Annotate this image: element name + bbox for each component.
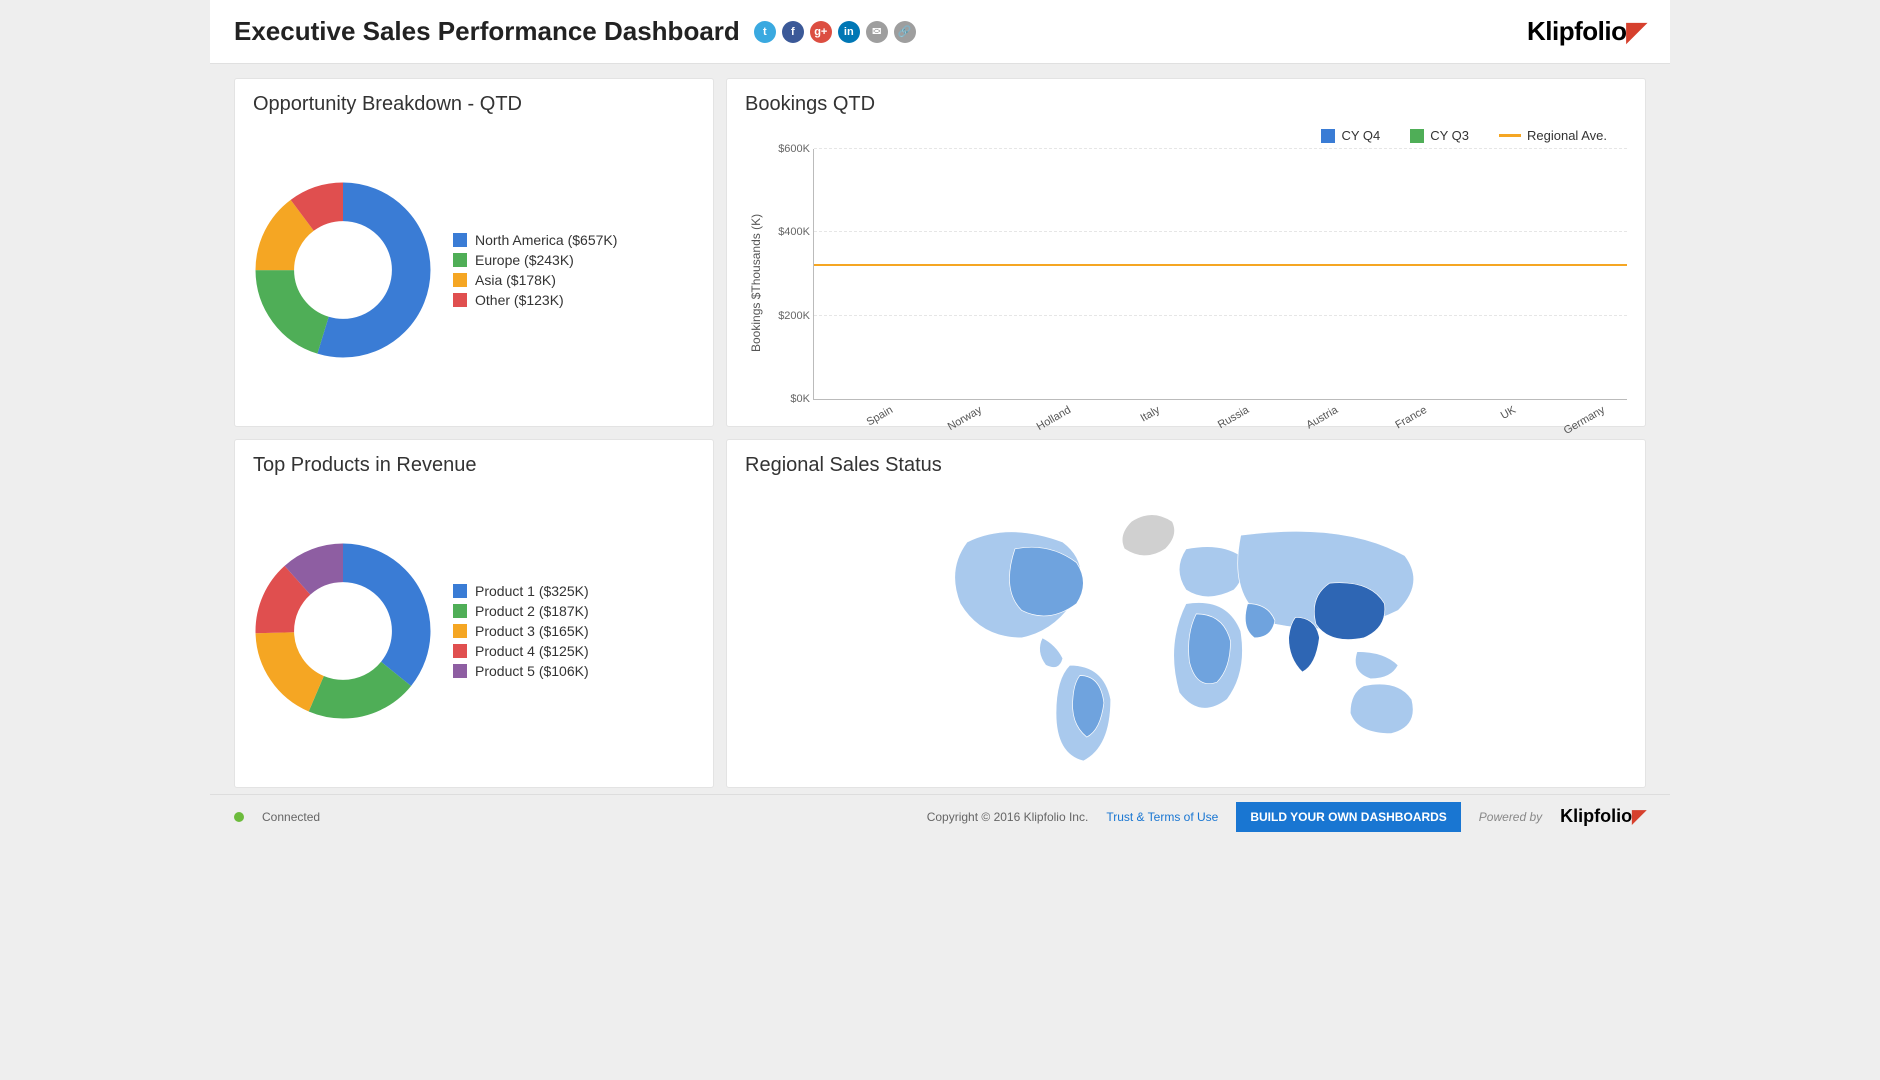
legend-label: CY Q3: [1430, 128, 1469, 143]
dashboard-grid: Opportunity Breakdown - QTD North Americ…: [210, 64, 1670, 794]
legend-item[interactable]: Asia ($178K): [453, 272, 617, 288]
legend-item[interactable]: Product 2 ($187K): [453, 603, 589, 619]
top-products-legend: Product 1 ($325K) Product 2 ($187K) Produc…: [453, 583, 589, 679]
legend-item[interactable]: Product 3 ($165K): [453, 623, 589, 639]
y-tick-label: $200K: [764, 310, 810, 322]
x-tick-label: Spain: [845, 404, 894, 439]
email-icon[interactable]: ✉: [866, 21, 888, 43]
legend-item[interactable]: Regional Ave.: [1499, 128, 1607, 143]
top-header: Executive Sales Performance Dashboard tf…: [210, 0, 1670, 64]
legend-item[interactable]: Product 5 ($106K): [453, 663, 589, 679]
card-title: Opportunity Breakdown - QTD: [253, 93, 695, 116]
legend-swatch-icon: [453, 584, 467, 598]
legend-item[interactable]: CY Q4: [1321, 128, 1380, 143]
footer-brand-logo: Klipfolio◤: [1560, 806, 1646, 827]
build-dashboards-button[interactable]: BUILD YOUR OWN DASHBOARDS: [1236, 802, 1460, 832]
bookings-bar-chart[interactable]: CY Q4 CY Q3 Regional Ave. Bookings $Thousa…: [745, 124, 1627, 416]
legend-label: Other ($123K): [475, 292, 564, 308]
legend-swatch-icon: [453, 644, 467, 658]
opportunity-legend: North America ($657K) Europe ($243K) Asia …: [453, 232, 617, 308]
legend-label: Product 3 ($165K): [475, 623, 589, 639]
card-top-products: Top Products in Revenue Product 1 ($325K…: [234, 439, 714, 788]
x-tick-label: Austria: [1291, 404, 1340, 439]
card-bookings-qtd: Bookings QTD CY Q4 CY Q3 Regional Ave. Boo…: [726, 78, 1646, 427]
y-tick-label: $600K: [764, 143, 810, 155]
legend-swatch-icon: [453, 293, 467, 307]
world-map-chart[interactable]: [745, 485, 1627, 777]
x-tick-label: Italy: [1113, 404, 1162, 439]
card-regional-sales: Regional Sales Status: [726, 439, 1646, 788]
legend-swatch-icon: [1321, 129, 1335, 143]
x-tick-label: Holland: [1023, 404, 1072, 439]
footer-bar: Connected Copyright © 2016 Klipfolio Inc…: [210, 794, 1670, 838]
legend-swatch-icon: [453, 604, 467, 618]
card-title: Bookings QTD: [745, 93, 1627, 116]
y-tick-label: $400K: [764, 226, 810, 238]
legend-swatch-icon: [453, 253, 467, 267]
legend-label: Regional Ave.: [1527, 128, 1607, 143]
trust-terms-link[interactable]: Trust & Terms of Use: [1106, 810, 1218, 824]
legend-item[interactable]: Product 1 ($325K): [453, 583, 589, 599]
card-title: Regional Sales Status: [745, 454, 1627, 477]
copyright-text: Copyright © 2016 Klipfolio Inc.: [927, 810, 1089, 824]
legend-item[interactable]: Other ($123K): [453, 292, 617, 308]
legend-label: Europe ($243K): [475, 252, 574, 268]
brand-logo: Klipfolio◤: [1527, 16, 1646, 47]
legend-label: Product 2 ($187K): [475, 603, 589, 619]
legend-swatch-icon: [453, 664, 467, 678]
page-title: Executive Sales Performance Dashboard: [234, 16, 740, 47]
legend-swatch-icon: [453, 273, 467, 287]
x-tick-label: Germany: [1558, 404, 1607, 439]
share-icons: tf g+ in ✉ 🔗: [754, 21, 916, 43]
legend-swatch-icon: [453, 233, 467, 247]
x-tick-label: Russia: [1202, 404, 1251, 439]
legend-item[interactable]: North America ($657K): [453, 232, 617, 248]
card-opportunity-breakdown: Opportunity Breakdown - QTD North Americ…: [234, 78, 714, 427]
legend-label: North America ($657K): [475, 232, 617, 248]
legend-item[interactable]: CY Q3: [1410, 128, 1469, 143]
legend-item[interactable]: Europe ($243K): [453, 252, 617, 268]
connection-status: Connected: [262, 810, 320, 824]
x-tick-label: France: [1380, 404, 1429, 439]
opportunity-donut-chart[interactable]: [253, 180, 433, 360]
reference-line: [814, 264, 1627, 266]
status-indicator-icon: [234, 812, 244, 822]
bookings-legend: CY Q4 CY Q3 Regional Ave.: [745, 124, 1627, 149]
twitter-icon[interactable]: t: [754, 21, 776, 43]
legend-swatch-icon: [1410, 129, 1424, 143]
legend-item[interactable]: Product 4 ($125K): [453, 643, 589, 659]
linkedin-icon[interactable]: in: [838, 21, 860, 43]
legend-swatch-icon: [453, 624, 467, 638]
gplus-icon[interactable]: g+: [810, 21, 832, 43]
legend-label: Asia ($178K): [475, 272, 556, 288]
link-icon[interactable]: 🔗: [894, 21, 916, 43]
x-tick-label: Norway: [934, 404, 983, 439]
facebook-icon[interactable]: f: [782, 21, 804, 43]
legend-line-icon: [1499, 134, 1521, 137]
powered-by-label: Powered by: [1479, 810, 1542, 824]
top-products-donut-chart[interactable]: [253, 541, 433, 721]
x-tick-label: UK: [1469, 404, 1518, 439]
legend-label: CY Q4: [1341, 128, 1380, 143]
y-tick-label: $0K: [764, 393, 810, 405]
y-axis-label: Bookings $Thousands (K): [745, 149, 763, 416]
legend-label: Product 4 ($125K): [475, 643, 589, 659]
legend-label: Product 1 ($325K): [475, 583, 589, 599]
card-title: Top Products in Revenue: [253, 454, 695, 477]
legend-label: Product 5 ($106K): [475, 663, 589, 679]
